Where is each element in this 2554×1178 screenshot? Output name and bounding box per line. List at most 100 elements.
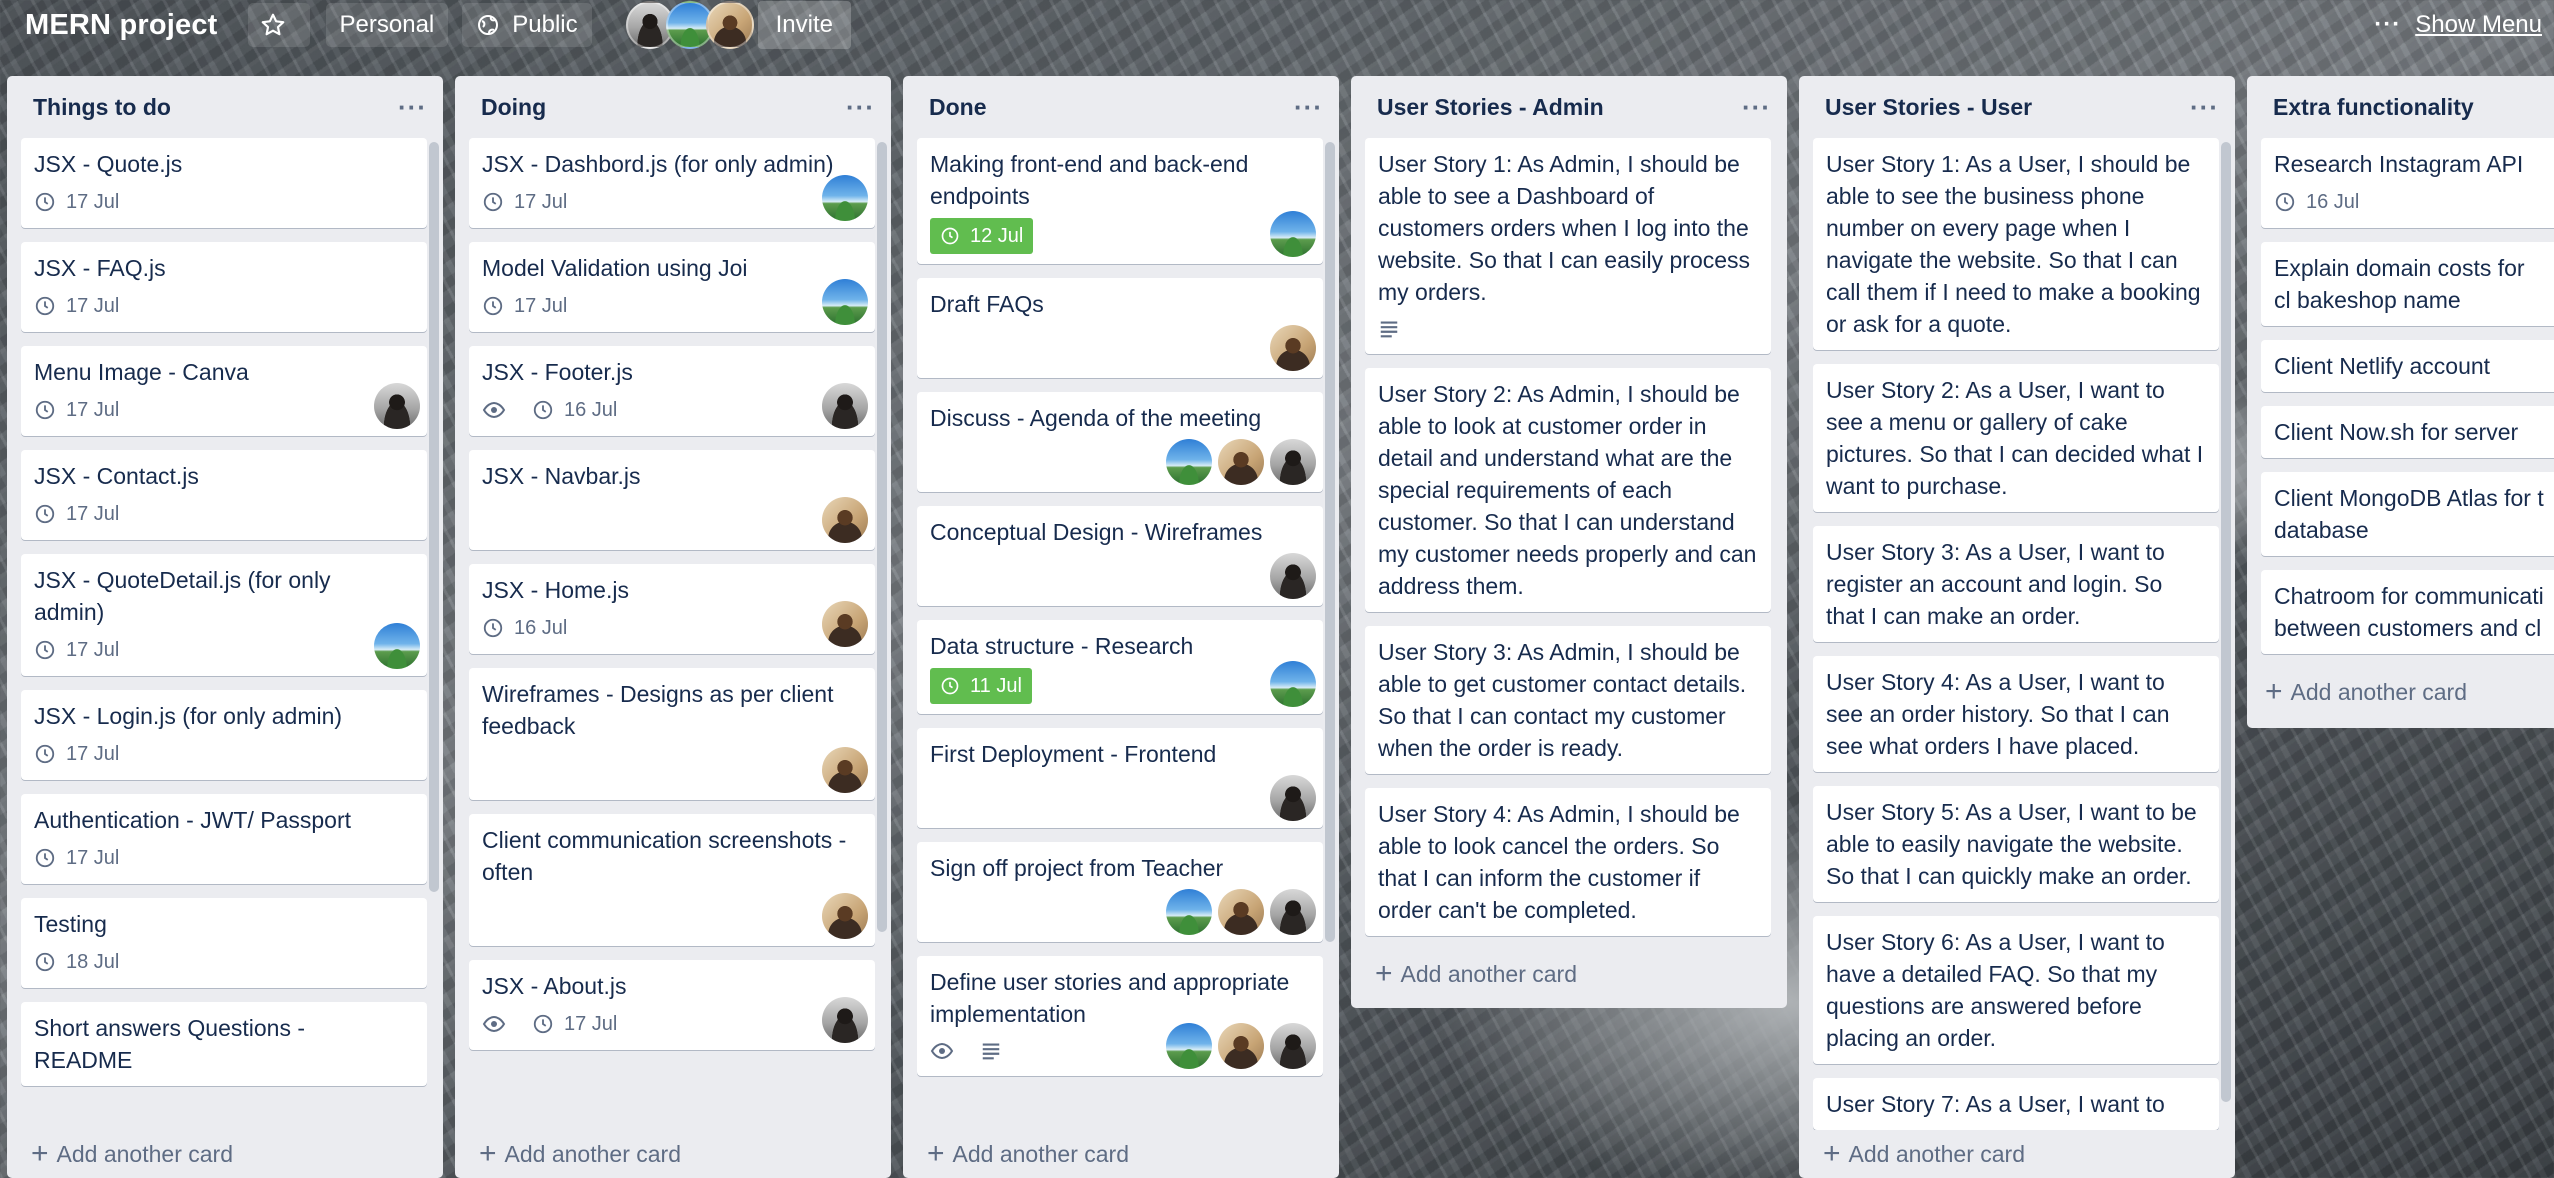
card[interactable]: Define user stories and appropriate impl… (917, 956, 1323, 1076)
card[interactable]: JSX - About.js 17 Jul (469, 960, 875, 1050)
card[interactable]: JSX - Login.js (for only admin) 17 Jul (21, 690, 427, 780)
avatar[interactable] (1218, 889, 1264, 935)
list-header[interactable]: User Stories - Admin ··· (1351, 76, 1787, 138)
avatar[interactable] (1218, 439, 1264, 485)
avatar[interactable] (1270, 211, 1316, 257)
avatar[interactable] (374, 383, 420, 429)
card[interactable]: JSX - Dashbord.js (for only admin) 17 Ju… (469, 138, 875, 228)
card[interactable]: User Story 1: As Admin, I should be able… (1365, 138, 1771, 354)
invite-button[interactable]: Invite (757, 1, 852, 49)
card[interactable]: Client Now.sh for server (2261, 406, 2554, 458)
card[interactable]: Authentication - JWT/ Passport 17 Jul (21, 794, 427, 884)
add-card-button[interactable]: + Add another card (1799, 1130, 2235, 1178)
card[interactable]: User Story 2: As a User, I want to see a… (1813, 364, 2219, 512)
card[interactable]: User Story 6: As a User, I want to have … (1813, 916, 2219, 1064)
card[interactable]: User Story 3: As a User, I want to regis… (1813, 526, 2219, 642)
card[interactable]: Testing 18 Jul (21, 898, 427, 988)
list-title[interactable]: User Stories - Admin (1377, 94, 1604, 121)
star-button[interactable] (247, 3, 310, 47)
card[interactable]: Client MongoDB Atlas for t database (2261, 472, 2554, 556)
card[interactable]: User Story 4: As Admin, I should be able… (1365, 788, 1771, 936)
card[interactable]: Conceptual Design - Wireframes (917, 506, 1323, 606)
list-title[interactable]: Doing (481, 94, 546, 121)
avatar[interactable] (822, 175, 868, 221)
card[interactable]: Short answers Questions - README (21, 1002, 427, 1086)
team-button[interactable]: Personal (325, 3, 449, 47)
add-card-button[interactable]: + Add another card (455, 1130, 891, 1178)
card[interactable]: First Deployment - Frontend (917, 728, 1323, 828)
card[interactable]: Draft FAQs (917, 278, 1323, 378)
card[interactable]: Sign off project from Teacher (917, 842, 1323, 942)
avatar[interactable] (1270, 439, 1316, 485)
add-card-button[interactable]: + Add another card (903, 1130, 1339, 1178)
card[interactable]: Chatroom for communicati between custome… (2261, 570, 2554, 654)
list-done: Done ··· Making front-end and back-end e… (903, 76, 1339, 1178)
avatar[interactable] (822, 601, 868, 647)
list-menu-icon[interactable]: ··· (1294, 92, 1323, 123)
card[interactable]: User Story 5: As a User, I want to be ab… (1813, 786, 2219, 902)
card[interactable]: User Story 7: As a User, I want to (1813, 1078, 2219, 1130)
card[interactable]: JSX - Home.js 16 Jul (469, 564, 875, 654)
card[interactable]: Client Netlify account (2261, 340, 2554, 392)
avatar[interactable] (1166, 1023, 1212, 1069)
card[interactable]: Wireframes - Designs as per client feedb… (469, 668, 875, 800)
avatar[interactable] (705, 1, 754, 49)
list-menu-icon[interactable]: ··· (398, 92, 427, 123)
list-header[interactable]: User Stories - User ··· (1799, 76, 2235, 138)
card-title: User Story 7: As a User, I want to (1826, 1091, 2165, 1117)
card[interactable]: JSX - QuoteDetail.js (for only admin) 17… (21, 554, 427, 676)
card[interactable]: Data structure - Research 11 Jul (917, 620, 1323, 714)
add-card-button[interactable]: + Add another card (2247, 668, 2554, 716)
card[interactable]: JSX - Quote.js 17 Jul (21, 138, 427, 228)
card[interactable]: Menu Image - Canva 17 Jul (21, 346, 427, 436)
card[interactable]: User Story 4: As a User, I want to see a… (1813, 656, 2219, 772)
list-title[interactable]: Extra functionality (2273, 94, 2474, 121)
avatar[interactable] (822, 279, 868, 325)
list-header[interactable]: Done ··· (903, 76, 1339, 138)
card[interactable]: Research Instagram API 16 Jul (2261, 138, 2554, 228)
card[interactable]: Discuss - Agenda of the meeting (917, 392, 1323, 492)
avatar[interactable] (1270, 775, 1316, 821)
list-header[interactable]: Doing ··· (455, 76, 891, 138)
card[interactable]: JSX - Contact.js 17 Jul (21, 450, 427, 540)
avatar[interactable] (822, 383, 868, 429)
list-menu-icon[interactable]: ··· (1742, 92, 1771, 123)
list-title[interactable]: Done (929, 94, 987, 121)
add-card-button[interactable]: + Add another card (7, 1130, 443, 1178)
avatar[interactable] (822, 893, 868, 939)
avatar[interactable] (374, 623, 420, 669)
show-menu-link[interactable]: Show Menu (2415, 11, 2542, 39)
clock-icon (35, 400, 55, 420)
list-title[interactable]: User Stories - User (1825, 94, 2032, 121)
add-card-button[interactable]: + Add another card (1351, 950, 1787, 998)
avatar[interactable] (1218, 1023, 1264, 1069)
avatar[interactable] (1166, 439, 1212, 485)
card[interactable]: Making front-end and back-end endpoints … (917, 138, 1323, 264)
avatar[interactable] (1270, 325, 1316, 371)
menu-toggle[interactable]: ··· Show Menu (2374, 0, 2542, 50)
avatar[interactable] (822, 497, 868, 543)
list-header[interactable]: Things to do ··· (7, 76, 443, 138)
avatar[interactable] (1270, 661, 1316, 707)
avatar[interactable] (1270, 889, 1316, 935)
visibility-button[interactable]: Public (462, 3, 592, 47)
avatar[interactable] (1166, 889, 1212, 935)
avatar[interactable] (822, 747, 868, 793)
card[interactable]: Client communication screenshots - often (469, 814, 875, 946)
card[interactable]: Explain domain costs for cl bakeshop nam… (2261, 242, 2554, 326)
card[interactable]: User Story 3: As Admin, I should be able… (1365, 626, 1771, 774)
card[interactable]: User Story 2: As Admin, I should be able… (1365, 368, 1771, 612)
card[interactable]: JSX - Navbar.js (469, 450, 875, 550)
list-header[interactable]: Extra functionality (2247, 76, 2554, 138)
board-title[interactable]: MERN project (25, 9, 218, 42)
avatar[interactable] (1270, 553, 1316, 599)
card[interactable]: User Story 1: As a User, I should be abl… (1813, 138, 2219, 350)
card[interactable]: Model Validation using Joi 17 Jul (469, 242, 875, 332)
list-title[interactable]: Things to do (33, 94, 171, 121)
list-menu-icon[interactable]: ··· (2190, 92, 2219, 123)
card[interactable]: JSX - Footer.js 16 Jul (469, 346, 875, 436)
list-menu-icon[interactable]: ··· (846, 92, 875, 123)
card[interactable]: JSX - FAQ.js 17 Jul (21, 242, 427, 332)
avatar[interactable] (822, 997, 868, 1043)
avatar[interactable] (1270, 1023, 1316, 1069)
